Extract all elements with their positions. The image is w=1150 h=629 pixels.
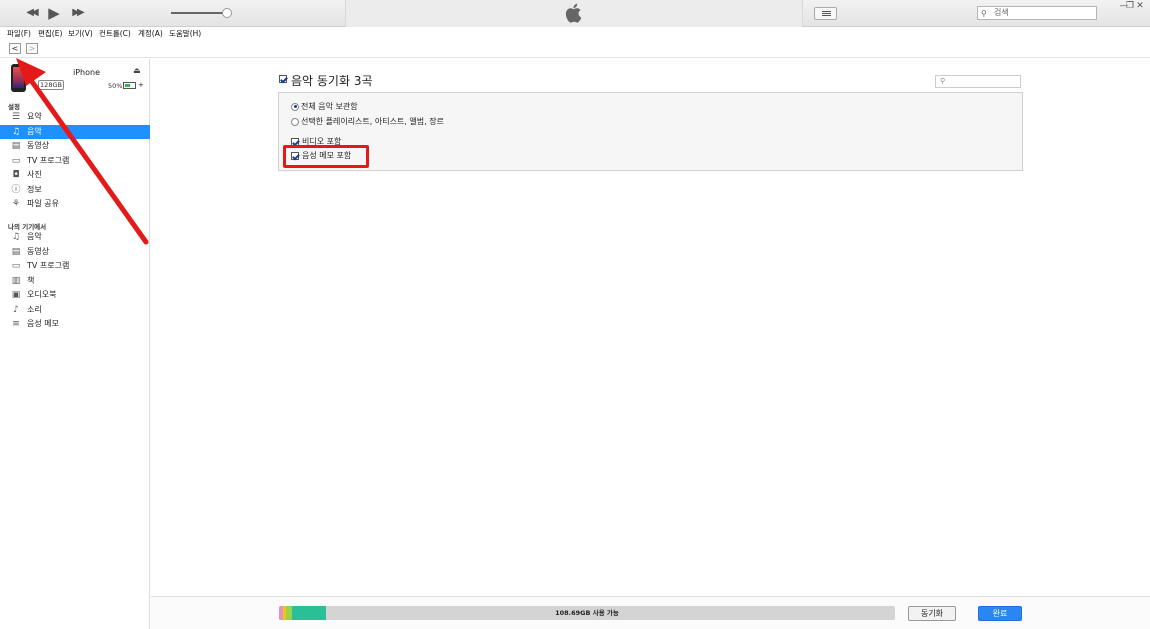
sidebar-item-label: 오디오북 (27, 290, 57, 299)
apple-logo-icon (565, 3, 582, 23)
sidebar-item[interactable]: ▣ 오디오북 (0, 288, 150, 302)
sidebar-item[interactable]: ▤ 동영상 (0, 139, 150, 153)
entire-library-label: 전체 음악 보관함 (301, 102, 358, 111)
option-entire-library[interactable]: 전체 음악 보관함 (291, 101, 358, 112)
sidebar-item-icon: ♫ (11, 232, 21, 242)
device-name: iPhone (73, 68, 101, 77)
status-bar: 108.69GB 사용 가능 동기화 완료 (151, 596, 1150, 629)
sidebar-item[interactable]: ◘ 사진 (0, 168, 150, 182)
sidebar-item[interactable]: ♪ 소리 (0, 303, 150, 317)
filter-search-input[interactable]: ⚲ (935, 75, 1021, 88)
sidebar-item-label: 음악 (27, 232, 42, 241)
sidebar-item[interactable]: ☰ 요약 (0, 110, 150, 124)
sidebar: iPhone ⏏ 128GB 50% + 설정 ☰ 요약 ♫ 음악 ▤ 동영상 ▭ TV 프로… (0, 59, 150, 629)
sidebar-item-icon: ▣ (11, 290, 21, 300)
sidebar-item-icon: ☰ (11, 112, 21, 122)
status-display (345, 0, 803, 27)
charging-icon: + (138, 81, 144, 89)
iphone-device-icon (11, 64, 26, 92)
sidebar-item-icon: ◘ (12, 170, 20, 180)
sidebar-item[interactable]: ≡ 음성 메모 (0, 317, 150, 331)
search-icon: ⚲ (940, 77, 946, 85)
annotation-highlight-box (283, 145, 369, 168)
close-window-button[interactable]: ✕ (1134, 1, 1146, 11)
volume-slider[interactable] (171, 12, 229, 14)
entire-library-radio[interactable] (291, 102, 299, 111)
sidebar-item[interactable]: ▭ TV 프로그램 (0, 154, 150, 168)
menu-view[interactable]: 보기(V) (68, 28, 93, 39)
selected-items-radio[interactable] (291, 117, 299, 126)
sidebar-item-label: 음성 메모 (27, 319, 59, 328)
sidebar-item-icon: ⓘ (11, 184, 21, 195)
sidebar-item-label: 소리 (27, 304, 42, 314)
sync-music-checkbox[interactable] (279, 75, 287, 83)
sidebar-item-label: 동영상 (27, 246, 50, 256)
sidebar-item[interactable]: ♫ 음악 (0, 230, 150, 244)
navigation-row: < > (0, 40, 1150, 58)
sidebar-item-icon: ≡ (12, 319, 20, 329)
sidebar-item-label: 음악 (27, 126, 42, 136)
forward-button[interactable]: > (26, 43, 38, 54)
search-placeholder: 검색 (994, 8, 1009, 17)
sidebar-item-label: 파일 공유 (27, 199, 59, 208)
back-button[interactable]: < (9, 43, 21, 54)
sidebar-item-icon: ♪ (13, 304, 19, 315)
sidebar-item[interactable]: ⓘ 정보 (0, 183, 150, 197)
menu-bar: 파일(F) 편집(E) 보기(V) 컨트롤(C) 계정(A) 도움말(H) (0, 27, 1150, 40)
eject-icon[interactable]: ⏏ (133, 66, 141, 75)
menu-account[interactable]: 계정(A) (138, 28, 163, 39)
option-selected-items[interactable]: 선택한 플레이리스트, 아티스트, 앨범, 장르 (291, 116, 444, 127)
search-icon: ⚲ (981, 9, 987, 18)
sidebar-item-label: TV 프로그램 (27, 155, 70, 165)
sidebar-item-label: TV 프로그램 (27, 261, 70, 270)
sidebar-item-label: 동영상 (27, 141, 50, 150)
player-toolbar: ◀◀ ▶ ▶▶ ⚲ 검색 — ❐ ✕ (0, 0, 1150, 27)
sidebar-item[interactable]: ▭ TV 프로그램 (0, 259, 150, 273)
menu-help[interactable]: 도움말(H) (169, 28, 201, 39)
capacity-badge: 128GB (38, 80, 64, 90)
main-content: 음악 동기화 3곡 ⚲ 전체 음악 보관함 선택한 플레이리스트, 아티스트, … (151, 59, 1150, 596)
sidebar-item-label: 정보 (27, 184, 42, 194)
sync-button[interactable]: 동기화 (908, 606, 956, 621)
list-view-icon[interactable] (814, 7, 837, 20)
done-button[interactable]: 완료 (978, 606, 1022, 621)
battery-icon (123, 82, 136, 89)
menu-controls[interactable]: 컨트롤(C) (99, 28, 131, 39)
menu-edit[interactable]: 편집(E) (38, 28, 62, 39)
play-button[interactable]: ▶ (45, 4, 63, 22)
search-input[interactable]: ⚲ 검색 (977, 6, 1097, 20)
previous-track-button[interactable]: ◀◀ (22, 4, 40, 22)
sidebar-item[interactable]: ▤ 동영상 (0, 245, 150, 259)
sidebar-item-label: 요약 (27, 112, 42, 121)
sidebar-item-icon: ▥ (11, 275, 21, 286)
sidebar-item[interactable]: ♫ 음악 (0, 124, 150, 139)
selected-items-label: 선택한 플레이리스트, 아티스트, 앨범, 장르 (301, 117, 444, 126)
sync-music-title: 음악 동기화 3곡 (291, 74, 373, 88)
volume-slider-knob[interactable] (222, 8, 232, 18)
storage-available-text: 108.69GB 사용 가능 (555, 609, 619, 617)
sidebar-item-label: 사진 (27, 170, 42, 179)
sidebar-item[interactable]: ▥ 책 (0, 274, 150, 288)
next-track-button[interactable]: ▶▶ (68, 4, 86, 22)
sidebar-item-icon: ♫ (11, 126, 21, 137)
sidebar-item[interactable]: ⚘ 파일 공유 (0, 197, 150, 211)
battery-percent: 50% (108, 82, 123, 90)
sidebar-item-icon: ▤ (11, 141, 21, 151)
sync-options-panel: 전체 음악 보관함 선택한 플레이리스트, 아티스트, 앨범, 장르 비디오 포… (278, 92, 1023, 171)
storage-usage-bar: 108.69GB 사용 가능 (279, 606, 895, 620)
sidebar-item-label: 책 (27, 275, 35, 285)
sidebar-item-icon: ▤ (11, 246, 21, 257)
sidebar-item-icon: ⚘ (11, 199, 21, 209)
sidebar-item-icon: ▭ (11, 261, 21, 271)
sidebar-item-icon: ▭ (11, 155, 21, 166)
menu-file[interactable]: 파일(F) (7, 28, 31, 39)
